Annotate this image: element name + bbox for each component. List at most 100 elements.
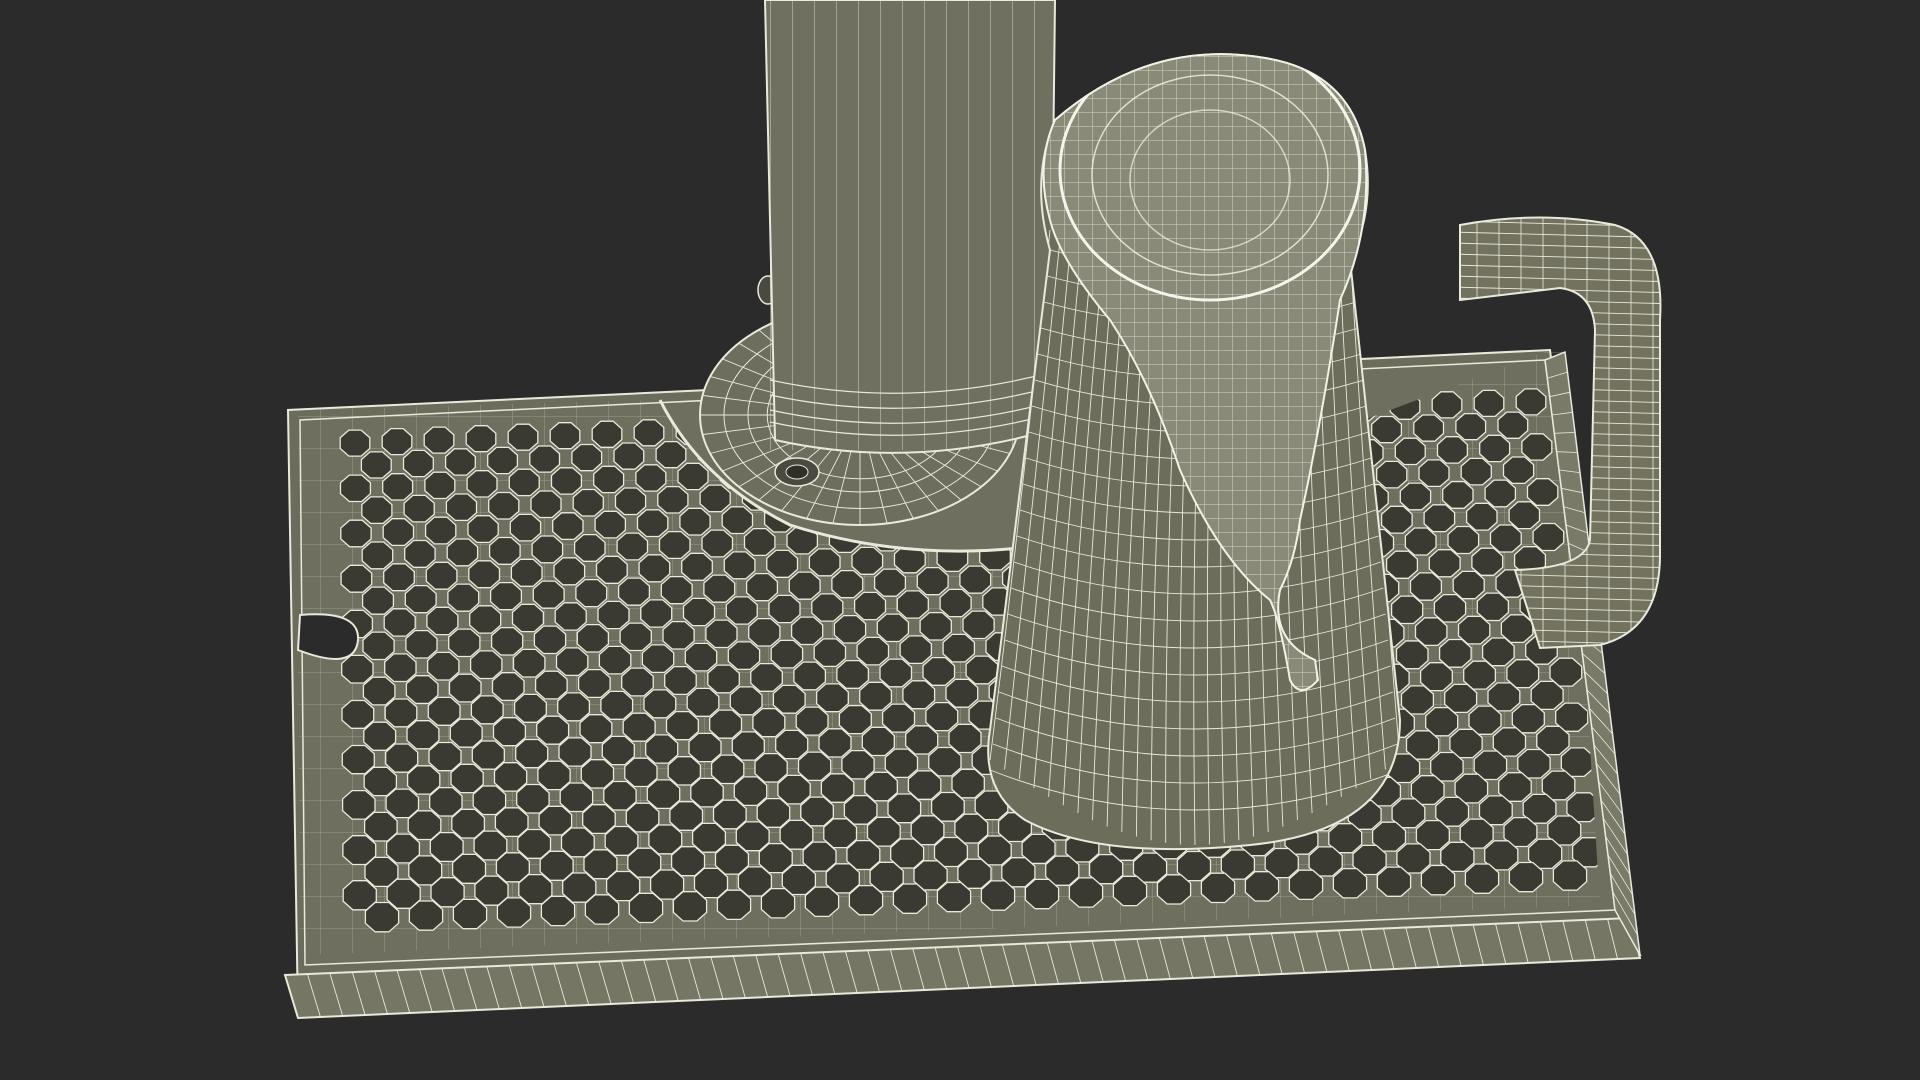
grate-hole (426, 651, 460, 681)
grate-hole (793, 661, 827, 691)
grate-hole (775, 729, 809, 760)
grate-hole (725, 596, 758, 625)
grate-hole (705, 619, 738, 649)
grate-hole (667, 756, 702, 786)
grate-hole (362, 676, 396, 706)
grate-hole (879, 658, 913, 688)
grate-hole (766, 549, 799, 578)
grate-hole (580, 759, 615, 789)
grate-hole (655, 440, 687, 469)
grate-hole (540, 895, 576, 927)
grate-hole (729, 686, 763, 716)
grate-hole (690, 777, 724, 808)
grate-hole (959, 565, 992, 594)
grate-hole (1473, 389, 1505, 418)
grate-hole (384, 653, 417, 683)
grate-hole (533, 625, 567, 655)
grate-hole (554, 602, 587, 631)
grate-hole (361, 586, 395, 615)
grate-hole (899, 635, 933, 665)
grate-hole (428, 741, 462, 772)
grate-hole (1460, 457, 1492, 486)
grate-hole (558, 737, 592, 767)
grate-hole (677, 462, 709, 491)
grate-hole (818, 728, 852, 758)
grate-hole (905, 725, 939, 755)
grate-hole (760, 887, 796, 919)
grate-hole (423, 426, 455, 454)
grate-hole (665, 710, 699, 741)
grate-hole (1156, 874, 1192, 905)
grate-hole (489, 581, 523, 611)
grate-hole (1244, 871, 1280, 902)
grate-hole (646, 779, 681, 810)
grate-hole (887, 793, 922, 824)
grate-hole (948, 723, 982, 754)
grate-hole (469, 650, 503, 680)
grate-hole (446, 538, 479, 567)
grate-hole (750, 662, 783, 692)
grate-hole (575, 578, 608, 608)
grate-hole (660, 575, 693, 605)
grate-hole (838, 704, 872, 735)
grate-hole (1431, 391, 1463, 419)
grate-hole (1455, 412, 1487, 441)
grate-hole (1423, 504, 1456, 533)
grate-hole (382, 518, 415, 547)
grate-hole (681, 552, 713, 581)
grate-hole (579, 714, 613, 744)
grate-hole (1442, 480, 1474, 509)
grate-hole (361, 541, 394, 570)
grate-hole (723, 551, 756, 580)
grate-hole (576, 623, 610, 653)
grate-hole (657, 485, 689, 514)
grate-hole (600, 690, 634, 720)
grate-hole (731, 731, 765, 761)
grate-hole (772, 684, 806, 714)
grate-hole (538, 805, 573, 836)
grate-hole (572, 488, 604, 517)
grate-hole (876, 613, 910, 643)
grate-hole (1532, 522, 1565, 552)
grate-hole (1395, 640, 1429, 670)
grate-hole (679, 507, 711, 536)
grate-hole (494, 807, 529, 838)
grate-hole (797, 751, 832, 782)
grate-hole (962, 610, 995, 640)
grate-hole (384, 698, 418, 728)
grate-hole (820, 773, 855, 803)
grate-hole (1484, 479, 1517, 508)
grate-hole (512, 648, 546, 678)
grate-hole (638, 554, 671, 583)
grate-hole (699, 484, 731, 513)
grate-hole (1376, 460, 1408, 489)
grate-hole (836, 659, 870, 689)
grate-hole (536, 715, 570, 745)
grate-hole (550, 467, 583, 495)
grate-hole (1497, 411, 1529, 439)
grate-hole (754, 752, 788, 783)
grate-hole (853, 591, 887, 621)
grate-hole (684, 642, 718, 672)
grate-hole (635, 464, 667, 492)
grate-hole (577, 668, 611, 699)
grate-hole (447, 583, 480, 612)
grate-hole (427, 696, 461, 726)
grate-hole (517, 828, 552, 859)
grate-hole (466, 470, 498, 498)
grate-hole (701, 529, 734, 558)
grate-hole (1489, 524, 1522, 553)
grate-hole (1457, 615, 1491, 645)
grate-hole (426, 606, 459, 636)
grate-hole (1479, 434, 1511, 463)
grate-hole (936, 881, 972, 913)
grate-hole (363, 811, 398, 842)
grate-hole (509, 513, 542, 542)
grate-hole (616, 532, 649, 561)
grate-hole (552, 512, 584, 541)
grate-hole (425, 561, 458, 590)
grate-hole (340, 519, 372, 548)
grate-hole (451, 808, 486, 839)
grate-hole (429, 786, 463, 817)
grate-hole (770, 639, 804, 669)
